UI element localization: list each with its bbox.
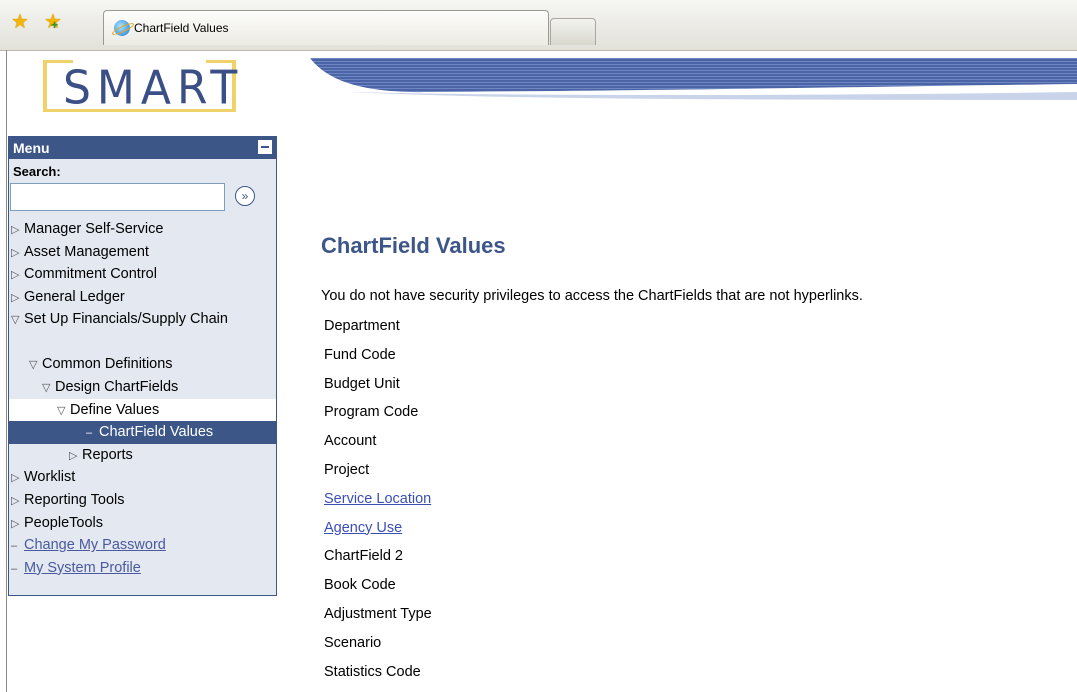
menu-item-asset-management[interactable]: ▷ Asset Management xyxy=(9,241,276,264)
collapse-arrow-icon: ▽ xyxy=(11,314,20,327)
ie-icon xyxy=(114,20,130,36)
security-notice: You do not have security privileges to a… xyxy=(321,288,863,304)
chartfield-list: Department Fund Code Budget Unit Program… xyxy=(324,312,432,686)
search-label: Search: xyxy=(13,164,61,179)
browser-tab[interactable]: ChartField Values xyxy=(103,10,549,45)
chartfield-scenario: Scenario xyxy=(324,634,382,651)
dash-icon: – xyxy=(11,540,18,553)
dash-icon: – xyxy=(86,427,93,440)
chartfield-link-service-location[interactable]: Service Location xyxy=(324,485,432,514)
logo-text: SMART xyxy=(63,61,244,116)
search-row: » xyxy=(9,182,276,218)
menu-link-change-password[interactable]: – Change My Password xyxy=(9,534,276,557)
menu-item-define-values[interactable]: ▽ Define Values xyxy=(9,398,276,422)
menu-item-manager-self-service[interactable]: ▷ Manager Self-Service xyxy=(9,218,276,241)
menu-item-commitment-control[interactable]: ▷ Commitment Control xyxy=(9,263,276,286)
page-title: ChartField Values xyxy=(321,233,506,258)
menu-title: Menu xyxy=(13,140,50,156)
chartfield-adjustment-type: Adjustment Type xyxy=(324,605,432,622)
menu-item-peopletools[interactable]: ▷ PeopleTools xyxy=(9,512,276,535)
favorites-star-icon[interactable]: ★ xyxy=(11,12,29,32)
menu-item-reporting-tools[interactable]: ▷ Reporting Tools xyxy=(9,489,276,512)
collapse-arrow-icon: ▽ xyxy=(29,359,38,372)
chartfield-budget-unit: Budget Unit xyxy=(324,375,400,392)
frame-border xyxy=(6,50,7,692)
menu-item-setup-financials[interactable]: ▽ Set Up Financials/Supply Chain xyxy=(9,308,241,353)
expand-arrow-icon: ▷ xyxy=(11,517,20,530)
chartfield-statistics-code: Statistics Code xyxy=(324,663,421,680)
menu-search-input[interactable] xyxy=(10,183,225,211)
chartfield-project: Project xyxy=(324,461,370,478)
menu-header: Menu xyxy=(9,137,276,159)
browser-tab-bar: ★ ★ + ChartField Values xyxy=(0,0,1077,51)
collapse-arrow-icon: ▽ xyxy=(57,404,66,417)
search-go-icon[interactable]: » xyxy=(235,186,255,206)
menu-item-common-definitions[interactable]: ▽ Common Definitions xyxy=(9,353,276,376)
chartfield-link-agency-use[interactable]: Agency Use xyxy=(324,514,432,543)
expand-arrow-icon: ▷ xyxy=(11,224,20,236)
menu-item-chartfield-values[interactable]: – ChartField Values xyxy=(9,421,276,444)
dash-icon: – xyxy=(11,562,18,575)
navigation-menu: Menu Search: » ▷ Manager Self-Service ▷ As… xyxy=(8,136,277,596)
chartfield-department: Department xyxy=(324,318,400,334)
add-favorites-icon[interactable]: ★ + xyxy=(44,12,62,32)
menu-item-worklist[interactable]: ▷ Worklist xyxy=(9,466,276,489)
chartfield-chartfield-2: ChartField 2 xyxy=(324,548,403,565)
menu-item-design-chartfields[interactable]: ▽ Design ChartFields xyxy=(9,376,276,399)
menu-link-system-profile[interactable]: – My System Profile xyxy=(9,557,276,580)
browser-tab-title: ChartField Values xyxy=(134,21,229,35)
collapse-menu-icon[interactable] xyxy=(258,140,272,154)
chartfield-book-code: Book Code xyxy=(324,577,396,594)
header-banner xyxy=(310,58,1077,100)
chartfield-account: Account xyxy=(324,433,377,450)
new-tab-button[interactable] xyxy=(550,18,596,45)
smart-logo: SMART xyxy=(43,52,237,116)
expand-arrow-icon: ▷ xyxy=(11,472,20,485)
menu-item-general-ledger[interactable]: ▷ General Ledger xyxy=(9,286,276,309)
expand-arrow-icon: ▷ xyxy=(11,291,20,304)
expand-arrow-icon: ▷ xyxy=(11,246,20,259)
expand-arrow-icon: ▷ xyxy=(11,494,20,507)
menu-item-reports[interactable]: ▷ Reports xyxy=(9,444,276,467)
chartfield-program-code: Program Code xyxy=(324,404,419,421)
collapse-arrow-icon: ▽ xyxy=(42,381,51,394)
expand-arrow-icon: ▷ xyxy=(11,269,20,282)
chartfield-fund-code: Fund Code xyxy=(324,346,396,363)
expand-arrow-icon: ▷ xyxy=(69,449,78,462)
